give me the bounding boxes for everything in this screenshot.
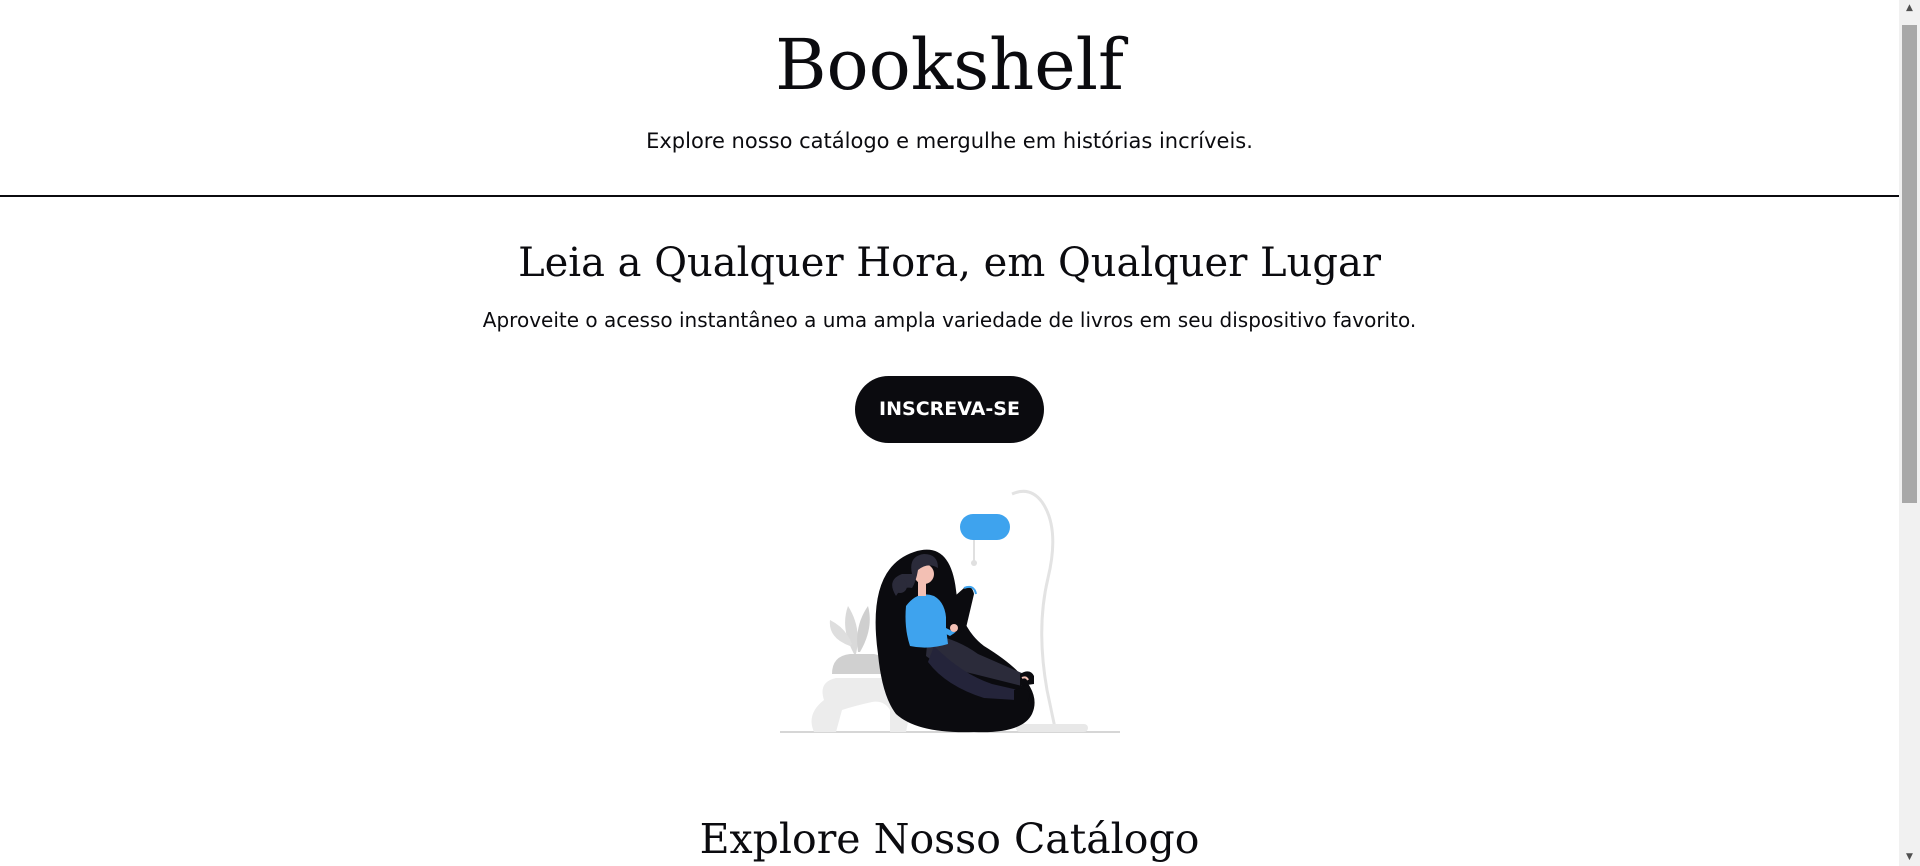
subscribe-button[interactable]: INSCREVA-SE (855, 376, 1044, 443)
vertical-scrollbar[interactable]: ▲ ▼ (1899, 0, 1920, 866)
site-subtitle: Explore nosso catálogo e mergulhe em his… (646, 129, 1253, 153)
site-title: Bookshelf (775, 24, 1124, 106)
catalog-section-title: Explore Nosso Catálogo (699, 815, 1200, 863)
scroll-down-icon[interactable]: ▼ (1899, 849, 1920, 866)
hero-text: Aproveite o acesso instantâneo a uma amp… (482, 308, 1417, 332)
scrollbar-thumb[interactable] (1902, 25, 1917, 503)
hero-title: Leia a Qualquer Hora, em Qualquer Lugar (518, 240, 1381, 286)
scroll-up-icon[interactable]: ▲ (1899, 0, 1920, 17)
reading-illustration (780, 489, 1120, 733)
page-viewport: Bookshelf Explore nosso catálogo e mergu… (0, 0, 1899, 866)
site-header: Bookshelf Explore nosso catálogo e mergu… (0, 0, 1899, 197)
